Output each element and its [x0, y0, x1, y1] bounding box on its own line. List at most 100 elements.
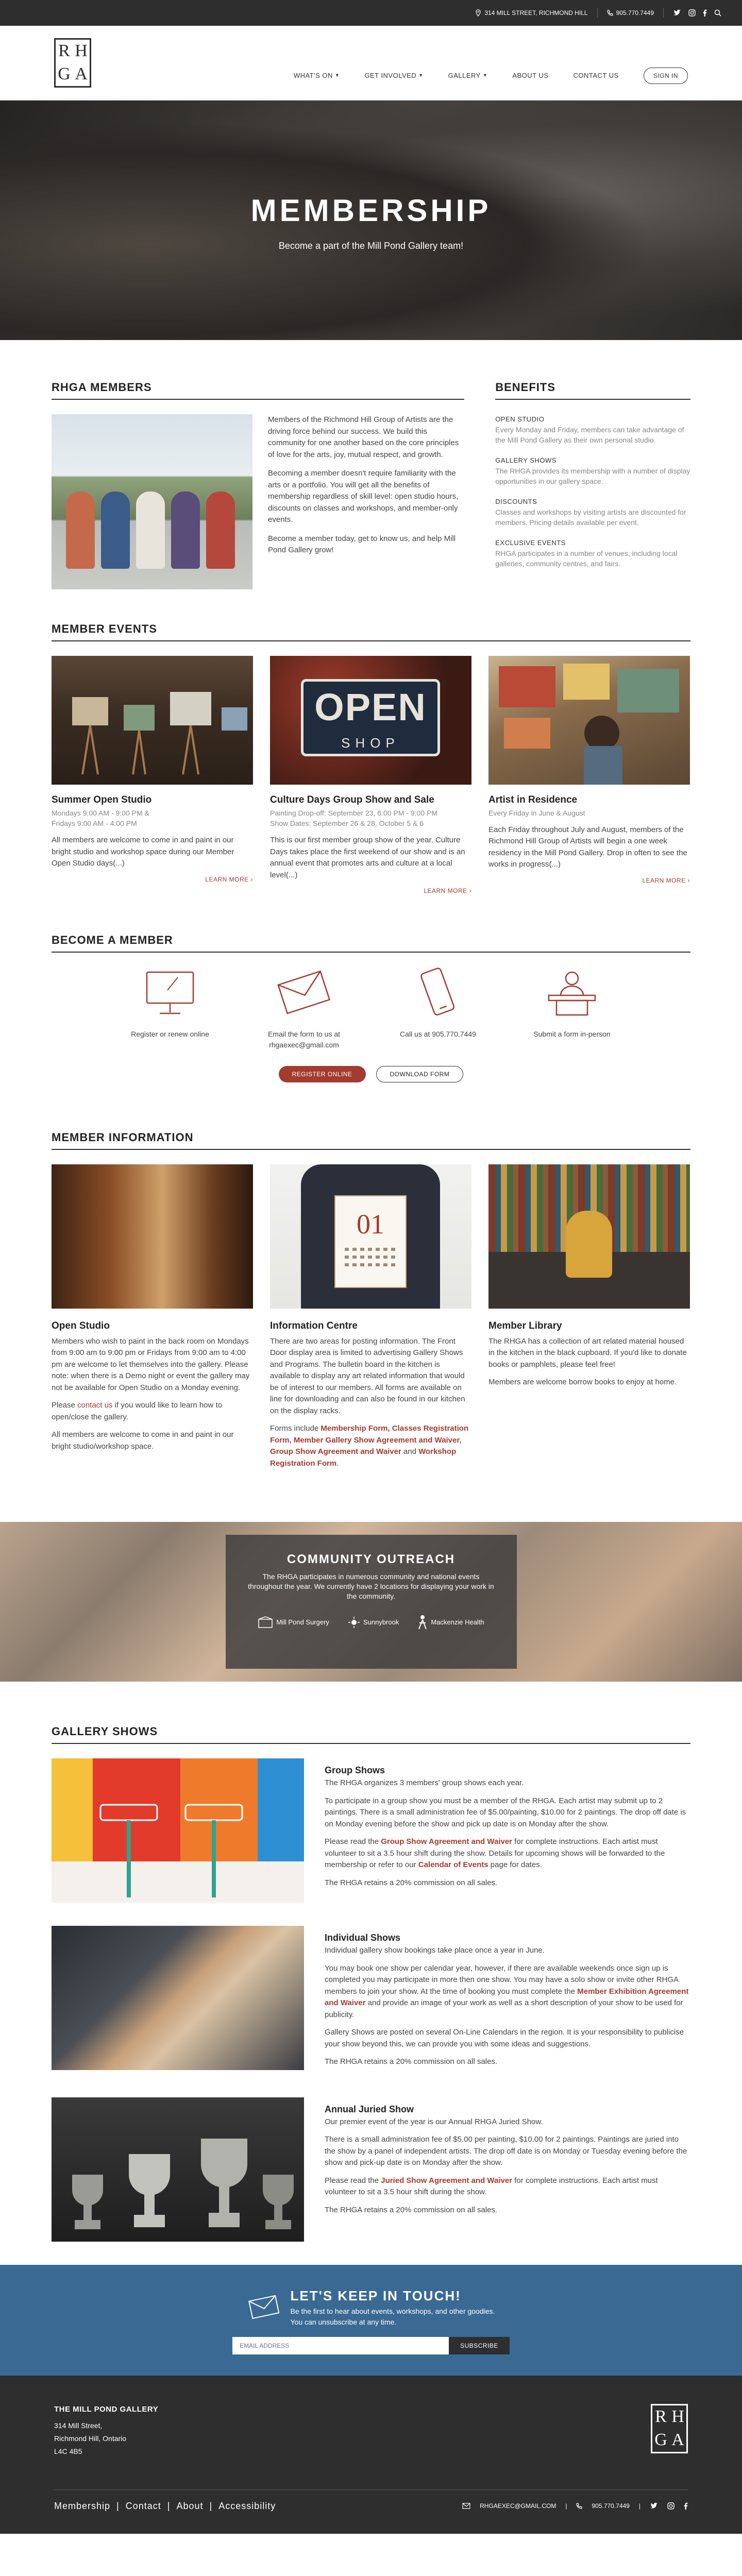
section-title: RHGA MEMBERS — [52, 379, 465, 400]
learn-more-link[interactable]: LEARN MORE › — [52, 875, 253, 884]
open-sign-subtext: SHOP — [341, 735, 400, 751]
partner-name: Mackenzie Health — [431, 1618, 484, 1626]
show-paragraph: The RHGA retains a 20% commission on all… — [325, 1878, 498, 1887]
hero-subtitle: Become a part of the Mill Pond Gallery t… — [278, 241, 464, 251]
sign-in-button[interactable]: SIGN IN — [643, 67, 688, 84]
nav-get-involved[interactable]: GET INVOLVED ▼ — [364, 71, 423, 81]
text: page for dates. — [488, 1860, 542, 1870]
show-paragraph: Please read the Group Show Agreement and… — [325, 1836, 690, 1871]
rhga-members: RHGA MEMBERS Members of the Richmond Hil… — [52, 379, 465, 589]
footer-phone[interactable]: 905.770.7449 — [592, 2501, 629, 2511]
member-events-section: MEMBER EVENTS Summer Open Studio Mondays… — [52, 589, 690, 895]
footer-link-membership[interactable]: Membership — [54, 2499, 110, 2513]
nav-gallery[interactable]: GALLERY ▼ — [448, 71, 488, 81]
library-image — [488, 1164, 690, 1309]
info-paragraph: There are two areas for posting informat… — [270, 1336, 465, 1415]
show-paragraph: To participate in a group show you must … — [325, 1796, 686, 1828]
logo-letter: G — [58, 64, 71, 83]
newsletter-header: LET'S KEEP IN TOUCH! Be the first to hea… — [247, 2286, 495, 2328]
address[interactable]: 314 MILL STREET, RICHMOND HILL — [475, 8, 588, 18]
divider — [597, 8, 598, 18]
register-online-button[interactable]: REGISTER ONLINE — [278, 1066, 366, 1083]
footer-name: THE MILL POND GALLERY — [54, 2404, 159, 2414]
computer-icon — [146, 971, 194, 1014]
group-show-agreement-link[interactable]: Group Show Agreement and Waiver — [381, 1837, 512, 1846]
paint-rollers-image — [52, 1758, 304, 1903]
logo-letter: A — [671, 2430, 684, 2449]
text: . — [336, 1459, 339, 1468]
partner-logo[interactable]: Mackenzie Health — [417, 1615, 484, 1630]
footer-link-about[interactable]: About — [176, 2499, 203, 2513]
subscribe-button[interactable]: SUBSCRIBE — [449, 2336, 510, 2354]
show-paragraph: Please read the Juried Show Agreement an… — [325, 2175, 690, 2198]
instagram-icon[interactable] — [667, 2502, 674, 2510]
info-paragraph: Members are welcome borrow books to enjo… — [488, 1378, 677, 1387]
show-paragraph: Our premier event of the year is our Ann… — [325, 2117, 543, 2126]
partner-logo[interactable]: Mill Pond Surgery — [258, 1616, 329, 1629]
nav-contact-us[interactable]: CONTACT US — [574, 71, 619, 81]
nav-about-us[interactable]: ABOUT US — [512, 71, 548, 81]
event-title: Artist in Residence — [488, 794, 578, 805]
show-item: Annual Juried Show Our premier event of … — [52, 2097, 690, 2242]
phone-text: 905.770.7449 — [616, 9, 654, 16]
phone-icon — [420, 968, 455, 1016]
twitter-icon[interactable] — [673, 9, 681, 16]
show-text: Individual Shows Individual gallery show… — [325, 1926, 690, 2074]
site-logo[interactable]: R H G A — [54, 38, 91, 88]
contact-us-link[interactable]: contact us — [77, 1401, 112, 1410]
facebook-icon[interactable] — [684, 2502, 688, 2510]
event-description: All members are welcome to come in and p… — [52, 836, 234, 868]
studio-image — [52, 1164, 253, 1309]
logo-letter: R — [655, 2406, 667, 2426]
learn-more-link[interactable]: LEARN MORE › — [488, 876, 690, 885]
benefit-text: RHGA participates in a number of venues,… — [495, 549, 678, 568]
info-paragraph: Members who wish to paint in the back ro… — [52, 1336, 250, 1392]
instagram-icon[interactable] — [688, 9, 696, 16]
top-bar: 314 MILL STREET, RICHMOND HILL 905.770.7… — [0, 0, 742, 26]
outreach-box: COMMUNITY OUTREACH The RHGA participates… — [225, 1535, 517, 1669]
download-form-button[interactable]: DOWNLOAD FORM — [376, 1066, 464, 1083]
partner-logo[interactable]: Sunnybrook — [348, 1616, 399, 1629]
mackenzie-logo-icon — [418, 1615, 427, 1630]
person-desk-icon — [548, 971, 596, 1016]
search-icon[interactable] — [714, 9, 721, 16]
show-text: Annual Juried Show Our premier event of … — [325, 2097, 690, 2242]
footer-email[interactable]: RHGAEXEC@GMAIL.COM — [480, 2501, 556, 2511]
footer-links: Membership | Contact | About | Accessibilit… — [54, 2499, 276, 2513]
phone-icon — [606, 10, 613, 16]
footer-link-accessibility[interactable]: Accessibility — [218, 2499, 276, 2513]
facebook-icon[interactable] — [703, 9, 707, 16]
event-meta: Mondays 9:00 AM - 9:00 PM & — [52, 808, 149, 817]
calendar-of-events-link[interactable]: Calendar of Events — [418, 1860, 488, 1869]
divider — [663, 8, 664, 18]
step-label: Register or renew online — [131, 1030, 209, 1039]
member-information-section: MEMBER INFORMATION Open Studio Members w… — [52, 1082, 690, 1476]
nav-label: WHAT'S ON — [293, 72, 333, 80]
benefit-item: GALLERY SHOWS The RHGA provides its membe… — [495, 455, 690, 486]
become-buttons: REGISTER ONLINE DOWNLOAD FORM — [52, 1066, 690, 1083]
artist-painting-image — [488, 656, 690, 785]
twitter-icon[interactable] — [650, 2502, 658, 2510]
open-sign-image: OPEN SHOP — [270, 656, 471, 785]
become-member-section: BECOME A MEMBER Register or renew online… — [52, 895, 690, 1083]
benefit-heading: OPEN STUDIO — [495, 415, 545, 423]
event-meta: Show Dates: September 26 & 28, October 5… — [270, 819, 424, 827]
step-item: Call us at 905.770.7449 — [392, 967, 484, 1050]
section-title: BENEFITS — [495, 379, 690, 400]
sunnybrook-logo-icon — [348, 1616, 360, 1628]
steps: Register or renew online Email the form … — [52, 967, 690, 1050]
step-label: Email the form to us at rhgaexec@gmail.c… — [267, 1030, 341, 1049]
nav-whats-on[interactable]: WHAT'S ON ▼ — [294, 71, 340, 81]
footer-link-contact[interactable]: Contact — [126, 2499, 161, 2513]
show-item: Group Shows The RHGA organizes 3 members… — [52, 1758, 690, 1903]
phone[interactable]: 905.770.7449 — [606, 8, 654, 18]
gallery-shows-section: GALLERY SHOWS Group Shows The RHGA organ… — [52, 1682, 690, 2242]
juried-show-agreement-link[interactable]: Juried Show Agreement and Waiver — [381, 2176, 512, 2185]
email-input[interactable] — [232, 2336, 449, 2354]
learn-more-link[interactable]: LEARN MORE › — [270, 886, 471, 895]
event-meta: Every Friday in June & August — [488, 808, 585, 817]
footer-logo[interactable]: R H G A — [651, 2403, 688, 2453]
calendar-number: 01 — [357, 1209, 384, 1240]
show-title: Group Shows — [325, 1765, 385, 1776]
footer-bottom: Membership | Contact | About | Accessibilit… — [54, 2489, 688, 2513]
